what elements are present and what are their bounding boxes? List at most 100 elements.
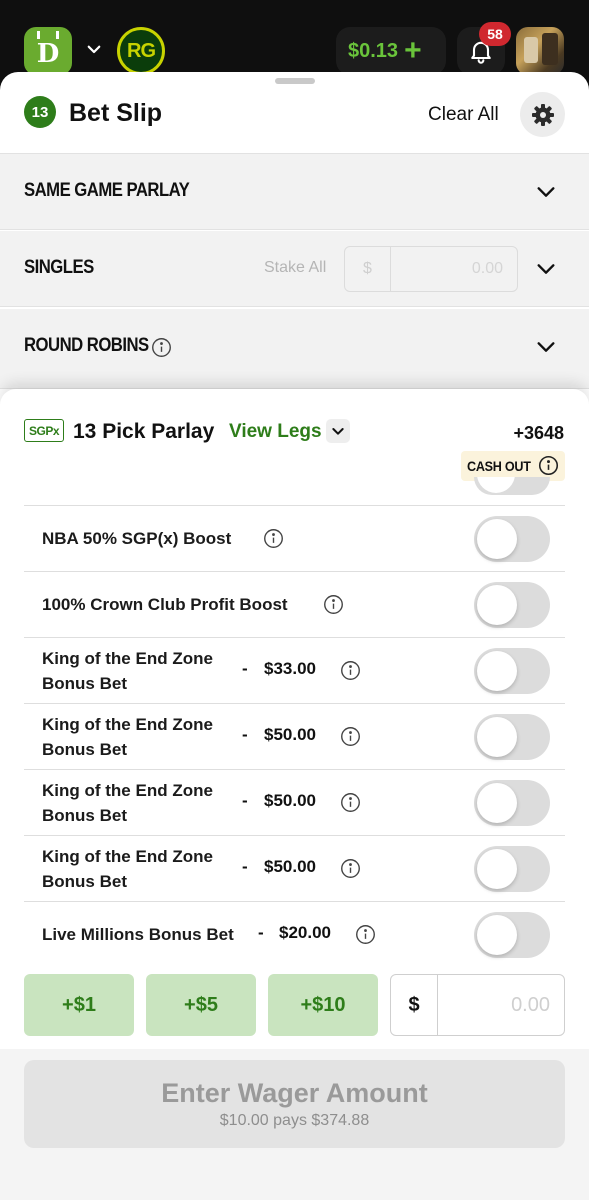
- separator: -: [242, 857, 248, 876]
- sgpx-tag: SGPx: [24, 419, 64, 442]
- enter-wager-button[interactable]: Enter Wager Amount $10.00 pays $374.88: [24, 1060, 565, 1148]
- bonus-bet-row: Live Millions Bonus Bet - $20.00: [24, 901, 565, 967]
- boost-toggle[interactable]: [474, 516, 550, 562]
- section-round-robins[interactable]: ROUND ROBINS: [0, 309, 589, 389]
- responsible-gaming-logo[interactable]: RG: [117, 27, 165, 75]
- crown-icon: [37, 31, 59, 39]
- bonus-bet-name-line: King of the End Zone: [42, 649, 213, 668]
- view-legs-link[interactable]: View Legs: [229, 421, 322, 443]
- avatar-image-part: [524, 37, 538, 63]
- stake-all-label: Stake All: [264, 259, 327, 276]
- bonus-bet-toggle[interactable]: [474, 648, 550, 694]
- bonus-bet-name-line: King of the End Zone: [42, 715, 213, 734]
- boost-toggle[interactable]: [474, 582, 550, 628]
- gear-icon: [531, 103, 554, 126]
- bonus-bet-name-line: Bonus Bet: [42, 872, 127, 891]
- bonus-bet-name: King of the End Zone Bonus Bet: [42, 712, 213, 762]
- bonus-bet-row: King of the End Zone Bonus Bet - $50.00: [24, 835, 565, 901]
- view-legs-toggle[interactable]: [326, 419, 350, 443]
- chevron-down-icon: [332, 428, 344, 435]
- bonus-bet-name: Live Millions Bonus Bet: [42, 925, 234, 944]
- section-singles[interactable]: SINGLES Stake All $ 0.00: [0, 231, 589, 307]
- quick-stake-5-button[interactable]: +$5: [146, 974, 256, 1036]
- bonus-bet-amount: $33.00: [264, 659, 316, 678]
- bonus-bet-name-line: King of the End Zone: [42, 781, 213, 800]
- stake-all-value: 0.00: [471, 260, 503, 277]
- bonus-bet-name: King of the End Zone Bonus Bet: [42, 646, 213, 696]
- bonus-bet-toggle[interactable]: [474, 912, 550, 958]
- notifications-badge: 58: [479, 22, 511, 46]
- bonus-bet-row: King of the End Zone Bonus Bet - $33.00: [24, 637, 565, 703]
- chevron-down-icon[interactable]: [535, 258, 557, 280]
- toggle-knob: [477, 717, 517, 757]
- toggle-knob: [477, 783, 517, 823]
- bonus-bet-name: King of the End Zone Bonus Bet: [42, 844, 213, 894]
- boost-name: 100% Crown Club Profit Boost: [42, 595, 288, 614]
- parlay-odds: +3648: [513, 423, 564, 443]
- payout-text: $10.00 pays $374.88: [219, 1112, 370, 1129]
- bonus-bet-name-line: King of the End Zone: [42, 847, 213, 866]
- stake-all-input[interactable]: $ 0.00: [344, 246, 518, 292]
- bonus-bet-amount: $20.00: [279, 923, 331, 942]
- quick-stake-1-button[interactable]: +$1: [24, 974, 134, 1036]
- info-icon[interactable]: [538, 455, 559, 476]
- chevron-down-icon[interactable]: [85, 40, 103, 58]
- info-icon[interactable]: [340, 660, 361, 681]
- toggle-knob: [477, 915, 517, 955]
- info-icon[interactable]: [340, 792, 361, 813]
- bonus-bet-name: King of the End Zone Bonus Bet: [42, 778, 213, 828]
- separator: -: [242, 791, 248, 810]
- bonus-bet-row: King of the End Zone Bonus Bet - $50.00: [24, 703, 565, 769]
- draftkings-logo[interactable]: D: [24, 27, 72, 75]
- bet-slip-sheet: 13 Bet Slip Clear All SAME GAME PARLAY S…: [0, 72, 589, 1200]
- bonus-bet-amount: $50.00: [264, 725, 316, 744]
- settings-button[interactable]: [520, 92, 565, 137]
- info-icon[interactable]: [340, 726, 361, 747]
- balance-button[interactable]: $0.13 +: [336, 27, 446, 75]
- info-icon[interactable]: [355, 924, 376, 945]
- separator: -: [242, 659, 248, 678]
- section-same-game-parlay[interactable]: SAME GAME PARLAY: [0, 154, 589, 230]
- separator: -: [242, 725, 248, 744]
- bonus-bet-toggle[interactable]: [474, 714, 550, 760]
- boost-row: NBA 50% SGP(x) Boost: [24, 505, 565, 571]
- chevron-down-icon[interactable]: [535, 181, 557, 203]
- bet-count-badge: 13: [24, 96, 56, 128]
- quick-stake-10-button[interactable]: +$10: [268, 974, 378, 1036]
- currency-symbol: $: [391, 975, 438, 1035]
- balance-amount: $0.13: [348, 39, 399, 62]
- info-icon[interactable]: [323, 594, 344, 615]
- bonus-bet-toggle[interactable]: [474, 780, 550, 826]
- logo-letter: D: [36, 39, 60, 69]
- wager-field[interactable]: $: [390, 974, 565, 1036]
- toggle-knob: [477, 849, 517, 889]
- add-funds-icon: +: [404, 34, 422, 67]
- info-icon[interactable]: [151, 337, 172, 358]
- info-icon[interactable]: [340, 858, 361, 879]
- chevron-down-icon[interactable]: [535, 336, 557, 358]
- wager-input[interactable]: [439, 975, 563, 1035]
- separator: -: [258, 923, 264, 942]
- rg-logo-text: RG: [127, 39, 156, 62]
- toggle-knob: [477, 651, 517, 691]
- bet-slip-header: 13 Bet Slip Clear All: [0, 72, 589, 154]
- info-icon[interactable]: [263, 528, 284, 549]
- section-label: SAME GAME PARLAY: [24, 180, 190, 201]
- cash-out-label: CASH OUT: [467, 458, 531, 474]
- bonus-bet-name-line: Bonus Bet: [42, 740, 127, 759]
- currency-symbol: $: [345, 247, 391, 291]
- boost-name: NBA 50% SGP(x) Boost: [42, 529, 232, 548]
- bonus-bet-row: King of the End Zone Bonus Bet - $50.00: [24, 769, 565, 835]
- bonus-bet-name-line: Bonus Bet: [42, 806, 127, 825]
- toggle-switch[interactable]: [474, 477, 550, 495]
- enter-wager-label: Enter Wager Amount: [161, 1078, 428, 1108]
- boost-row: 100% Crown Club Profit Boost: [24, 571, 565, 637]
- bonus-bet-amount: $50.00: [264, 857, 316, 876]
- avatar[interactable]: [516, 27, 564, 75]
- toggle-knob: [477, 519, 517, 559]
- bet-slip-footer: Enter Wager Amount $10.00 pays $374.88: [0, 1049, 589, 1200]
- toggle-knob: [477, 585, 517, 625]
- clear-all-button[interactable]: Clear All: [428, 104, 499, 126]
- parlay-title: 13 Pick Parlay: [73, 420, 215, 443]
- bonus-bet-toggle[interactable]: [474, 846, 550, 892]
